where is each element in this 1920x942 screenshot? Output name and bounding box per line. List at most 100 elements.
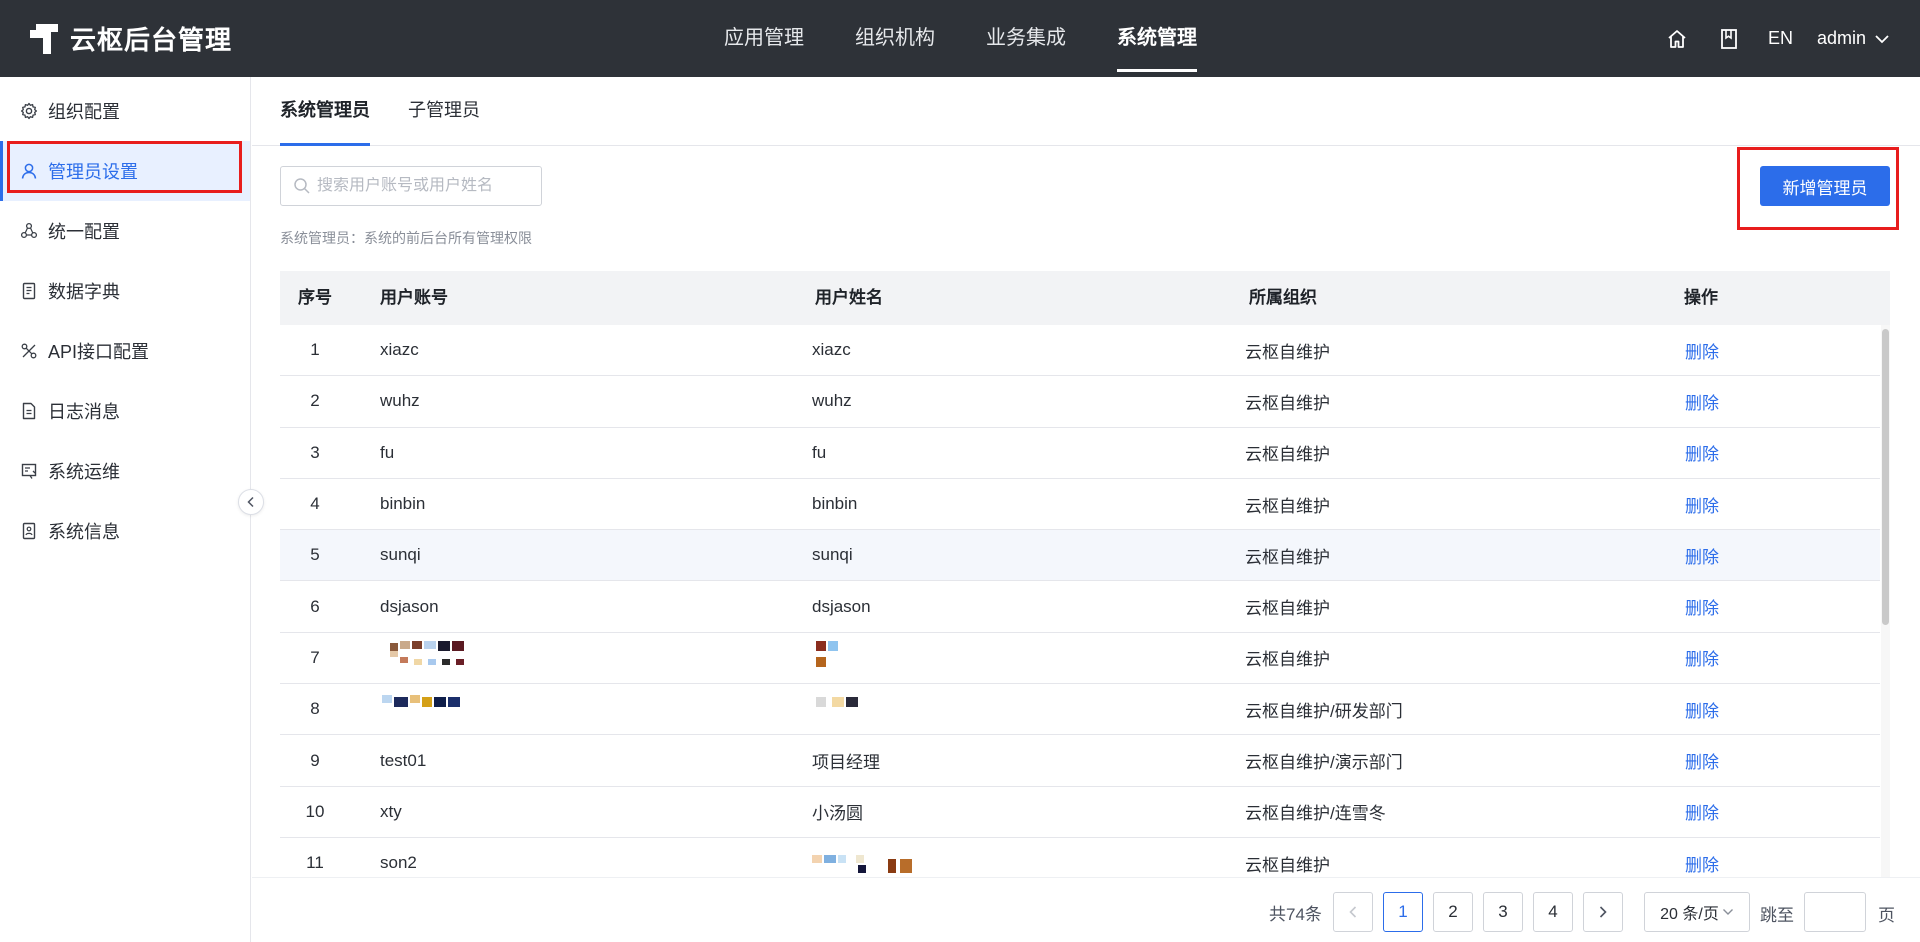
- tab-system-admins[interactable]: 系统管理员: [280, 77, 370, 146]
- delete-link[interactable]: 删除: [1685, 440, 1719, 465]
- sidebar-item-log-messages[interactable]: 日志消息: [0, 381, 250, 441]
- cell-index: 9: [310, 750, 320, 770]
- table-row: 11 son2 云枢自维护 删除: [280, 838, 1880, 877]
- chevron-left-icon: [1349, 906, 1357, 918]
- next-page-button[interactable]: [1583, 892, 1623, 932]
- sidebar-item-admin-settings[interactable]: 管理员设置: [0, 141, 250, 201]
- nav-system-management[interactable]: 系统管理: [1117, 0, 1197, 77]
- redacted-mosaic: [812, 639, 852, 671]
- delete-link[interactable]: 删除: [1685, 697, 1719, 722]
- nav-app-management[interactable]: 应用管理: [724, 0, 804, 77]
- gear-icon: [20, 102, 38, 120]
- cell-account: wuhz: [380, 391, 420, 411]
- cell-index: 6: [310, 596, 320, 616]
- sidebar-item-label: 日志消息: [48, 402, 120, 422]
- delete-link[interactable]: 删除: [1685, 594, 1719, 619]
- scrollbar-thumb[interactable]: [1882, 329, 1889, 625]
- cell-org: 云枢自维护: [1245, 599, 1330, 619]
- app-title: 云枢后台管理: [70, 25, 233, 55]
- header-name: 用户姓名: [815, 288, 883, 307]
- tab-sub-admins[interactable]: 子管理员: [408, 77, 480, 146]
- table-row: 8 云枢自维护/研发部门 删除: [280, 684, 1880, 736]
- nav-business-integration[interactable]: 业务集成: [986, 0, 1066, 77]
- delete-link[interactable]: 删除: [1685, 799, 1719, 824]
- sidebar-item-system-info[interactable]: 系统信息: [0, 501, 250, 561]
- cell-index: 2: [310, 391, 320, 411]
- sidebar-item-system-ops[interactable]: 系统运维: [0, 441, 250, 501]
- cell-org: 云枢自维护: [1245, 496, 1330, 516]
- cell-account: son2: [380, 853, 417, 873]
- chevron-down-icon: [1722, 909, 1733, 915]
- cell-org: 云枢自维护/演示部门: [1245, 753, 1403, 773]
- page-size-select[interactable]: 20 条/页: [1644, 892, 1750, 932]
- info-icon: [22, 522, 36, 540]
- cell-account: test01: [380, 750, 427, 770]
- dictionary-icon: [22, 282, 36, 300]
- delete-link[interactable]: 删除: [1685, 543, 1719, 568]
- total-count: 共74条: [1269, 905, 1322, 924]
- cell-org: 云枢自维护: [1245, 393, 1330, 413]
- cell-org: 云枢自维护/研发部门: [1245, 701, 1403, 721]
- sidebar: 组织配置 管理员设置 统一配置 数据字典 API接口配置 日志消息 系统运维 系…: [0, 77, 251, 942]
- cell-name: [812, 845, 922, 877]
- sidebar-item-label: 系统信息: [48, 522, 120, 542]
- table-row: 10 xty 小汤圆 云枢自维护/连雪冬 删除: [280, 787, 1880, 838]
- chevron-down-icon: [1875, 34, 1889, 43]
- cell-index: 10: [305, 801, 325, 821]
- nav-organization[interactable]: 组织机构: [855, 0, 935, 77]
- sidebar-item-org-config[interactable]: 组织配置: [0, 81, 250, 141]
- cell-account: dsjason: [380, 596, 439, 616]
- book-icon[interactable]: [1714, 24, 1744, 54]
- cell-name: [812, 691, 872, 728]
- header-index: 序号: [298, 288, 332, 307]
- log-icon: [22, 402, 36, 420]
- table-body: 1 xiazc xiazc 云枢自维护 删除 2 wuhz wuhz 云枢自维护…: [280, 325, 1880, 877]
- delete-link[interactable]: 删除: [1685, 389, 1719, 414]
- sidebar-item-api-config[interactable]: API接口配置: [0, 321, 250, 381]
- table-row: 7 云枢自维护 删除: [280, 633, 1880, 685]
- prev-page-button[interactable]: [1333, 892, 1373, 932]
- jump-page-input[interactable]: [1804, 892, 1866, 932]
- cell-name: dsjason: [812, 596, 871, 616]
- cell-org: 云枢自维护: [1245, 445, 1330, 465]
- cell-name: 小汤圆: [812, 804, 863, 824]
- page-button-2[interactable]: 2: [1433, 892, 1473, 932]
- delete-link[interactable]: 删除: [1685, 748, 1719, 773]
- add-admin-button[interactable]: 新增管理员: [1760, 166, 1890, 206]
- header-org: 所属组织: [1249, 288, 1317, 307]
- user-icon: [21, 163, 37, 179]
- table-row: 2 wuhz wuhz 云枢自维护 删除: [280, 376, 1880, 428]
- cell-account: [380, 691, 480, 728]
- cell-index: 8: [310, 699, 320, 719]
- cell-index: 4: [310, 494, 320, 514]
- search-input[interactable]: [317, 177, 537, 195]
- header-action: 操作: [1684, 288, 1718, 307]
- app-logo[interactable]: 云枢后台管理: [30, 20, 232, 57]
- table-scrollbar[interactable]: [1881, 325, 1890, 877]
- table-row: 6 dsjason dsjason 云枢自维护 删除: [280, 581, 1880, 633]
- table-row: 3 fu fu 云枢自维护 删除: [280, 428, 1880, 479]
- delete-link[interactable]: 删除: [1685, 492, 1719, 517]
- page-button-3[interactable]: 3: [1483, 892, 1523, 932]
- page-button-1[interactable]: 1: [1383, 892, 1423, 932]
- redacted-mosaic: [368, 691, 468, 723]
- redacted-mosaic: [812, 845, 922, 877]
- sidebar-item-unified-config[interactable]: 统一配置: [0, 201, 250, 261]
- user-menu[interactable]: admin: [1817, 28, 1890, 49]
- redacted-mosaic: [812, 691, 872, 723]
- cell-index: 5: [310, 545, 320, 565]
- search-box[interactable]: [280, 166, 542, 206]
- redacted-mosaic: [380, 639, 480, 671]
- page-button-4[interactable]: 4: [1533, 892, 1573, 932]
- header-account: 用户账号: [380, 288, 448, 307]
- sidebar-item-label: API接口配置: [48, 342, 150, 362]
- delete-link[interactable]: 删除: [1685, 851, 1719, 876]
- sidebar-collapse-button[interactable]: [238, 489, 264, 515]
- home-icon[interactable]: [1662, 24, 1692, 54]
- chevron-right-icon: [1599, 906, 1607, 918]
- delete-link[interactable]: 删除: [1685, 645, 1719, 670]
- delete-link[interactable]: 删除: [1685, 338, 1719, 363]
- sidebar-item-data-dictionary[interactable]: 数据字典: [0, 261, 250, 321]
- user-name: admin: [1816, 28, 1866, 48]
- language-switch[interactable]: EN: [1768, 28, 1793, 49]
